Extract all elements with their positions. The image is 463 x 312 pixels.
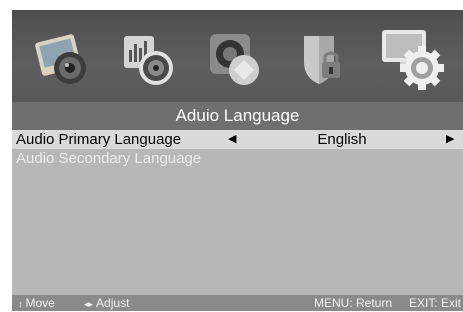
picture-icon[interactable]: [32, 28, 94, 90]
left-right-arrow-icon: ◂▸: [84, 299, 94, 309]
exit-hint: EXIT: Exit: [409, 296, 462, 310]
sound-icon[interactable]: [118, 28, 180, 90]
move-hint-label: Move: [25, 296, 55, 310]
left-arrow-icon[interactable]: ◀: [228, 130, 236, 149]
menu-item-label: Audio Secondary Language: [16, 150, 202, 167]
key-hint-bar: ↕ Move ◂▸ Adjust MENU: Return EXIT: Exit: [12, 295, 463, 311]
setup-icon[interactable]: [378, 24, 448, 94]
audio-primary-language-row[interactable]: Audio Primary Language ◀ English ▶: [12, 130, 463, 149]
audio-secondary-language-row[interactable]: Audio Secondary Language: [12, 149, 463, 168]
menu-title: Aduio Language: [12, 102, 463, 130]
menu-item-label: Audio Primary Language: [16, 131, 182, 148]
menu-item-value: English: [317, 131, 367, 148]
up-down-arrow-icon: ↕: [18, 299, 23, 309]
move-hint: ↕ Move: [18, 295, 55, 312]
channel-icon[interactable]: [204, 28, 266, 90]
lock-icon[interactable]: [290, 28, 352, 90]
tv-osd-menu: Aduio Language Audio Primary Language ◀ …: [12, 10, 463, 311]
adjust-hint-label: Adjust: [96, 296, 130, 310]
category-icon-bar: [12, 10, 463, 102]
right-arrow-icon[interactable]: ▶: [446, 130, 454, 149]
menu-list: Audio Primary Language ◀ English ▶ Audio…: [12, 130, 463, 168]
adjust-hint: ◂▸ Adjust: [84, 295, 129, 312]
menu-return-hint: MENU: Return: [314, 296, 393, 310]
